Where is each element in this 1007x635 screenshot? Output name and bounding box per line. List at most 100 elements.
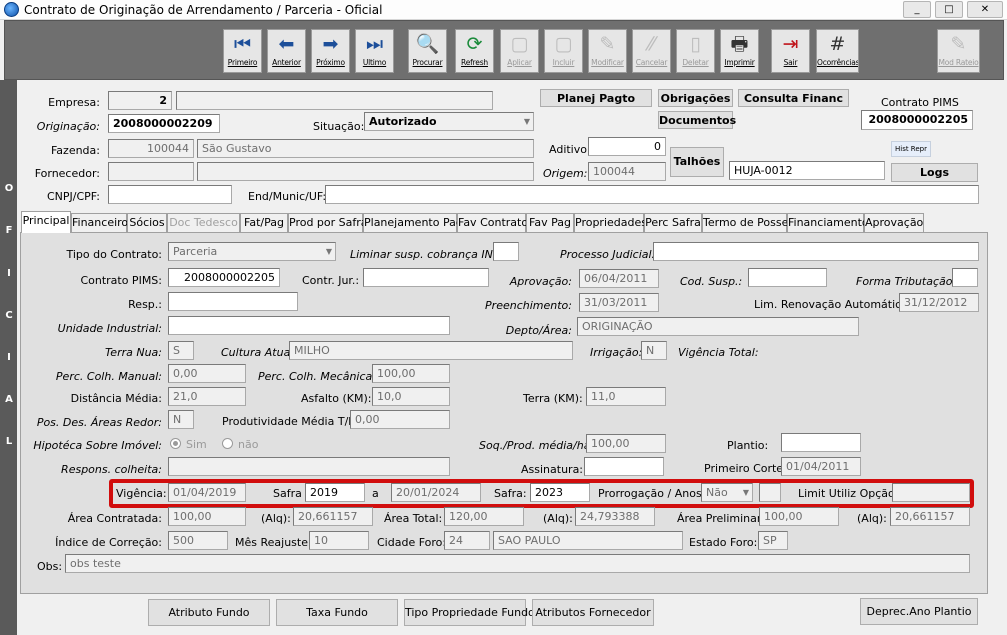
soq-prod-field[interactable]: 100,00 <box>586 434 666 453</box>
contrato-pims-field[interactable]: 2008000002205 <box>168 268 280 287</box>
respons-colheita-field[interactable] <box>168 457 450 476</box>
distancia-media-field[interactable]: 21,0 <box>168 387 246 406</box>
plantio-field[interactable] <box>781 433 861 452</box>
cod-susp-field[interactable] <box>748 268 827 287</box>
talhoes-button[interactable]: Talhões <box>670 147 724 177</box>
atributos-fornecedor-button[interactable]: Atributos Fornecedor <box>532 599 654 626</box>
forma-tributacao-field[interactable] <box>952 268 978 287</box>
cnpj-field[interactable] <box>108 185 232 204</box>
tipo-contrato-select[interactable]: Parceria ▼ <box>168 242 336 261</box>
occurrences-button[interactable]: # Ocorrências <box>816 29 859 73</box>
logs-button[interactable]: Logs <box>891 163 978 182</box>
include-button[interactable]: ▢ Incluir <box>544 29 583 73</box>
irrigacao-field[interactable]: N <box>641 341 667 360</box>
endereco-field[interactable] <box>325 185 979 204</box>
resp-field[interactable] <box>168 292 298 311</box>
cancel-button[interactable]: ⁄⁄ Cancelar <box>632 29 671 73</box>
primeiro-corte-field[interactable]: 01/04/2011 <box>781 457 861 476</box>
tab-fav-pag[interactable]: Fav Pag <box>526 213 574 233</box>
consulta-financ-button[interactable]: Consulta Financ <box>738 89 849 107</box>
terra-km-field[interactable]: 11,0 <box>586 387 666 406</box>
alq2-field[interactable]: 24,793388 <box>575 507 655 526</box>
aprovacao-field[interactable]: 06/04/2011 <box>579 269 659 288</box>
cidade-foro-name-field[interactable]: SAO PAULO <box>493 531 683 550</box>
mes-reajuste-field[interactable]: 10 <box>309 531 369 550</box>
last-button[interactable]: ⏭ Ultimo <box>355 29 394 73</box>
unidade-industrial-field[interactable] <box>168 316 450 335</box>
fazenda-name-field[interactable]: São Gustavo <box>197 139 534 158</box>
delete-button[interactable]: ▯ Deletar <box>676 29 715 73</box>
empresa-name-field[interactable] <box>176 91 493 110</box>
origem-field[interactable]: 100044 <box>588 162 666 181</box>
tab-prod-por-safra[interactable]: Prod por Safra <box>288 213 368 233</box>
cultura-atual-field[interactable]: MILHO <box>289 341 573 360</box>
situacao-select[interactable]: Autorizado ▼ <box>364 112 534 131</box>
close-button[interactable]: ✕ <box>967 1 1003 18</box>
lim-renovacao-field[interactable]: 31/12/2012 <box>899 293 979 312</box>
refresh-button[interactable]: ⟳ Refresh <box>455 29 494 73</box>
perc-colh-mecanica-field[interactable]: 100,00 <box>372 364 450 383</box>
fornecedor-code-field[interactable] <box>108 162 194 181</box>
tab-termo-de-posse[interactable]: Termo de Posse <box>702 213 788 233</box>
first-button[interactable]: ⏮ Primeiro <box>223 29 262 73</box>
obrigacoes-button[interactable]: Obrigações <box>658 89 733 107</box>
liminar-field[interactable] <box>493 242 519 261</box>
tab-perc-safra[interactable]: Perc Safra <box>644 213 702 233</box>
search-button[interactable]: 🔍 Procurar <box>408 29 447 73</box>
tab-doc-tedesco[interactable]: Doc Tedesco <box>167 213 240 233</box>
mod-rateio-button[interactable]: ✎ Mod Rateio <box>937 29 980 73</box>
produtividade-field[interactable]: 0,00 <box>350 410 450 429</box>
planej-pagto-button[interactable]: Planej Pagto <box>540 89 652 107</box>
pos-des-areas-field[interactable]: N <box>168 410 194 429</box>
apply-button[interactable]: ▢ Aplicar <box>500 29 539 73</box>
modify-button[interactable]: ✎ Modificar <box>588 29 627 73</box>
tab-fat-pag[interactable]: Fat/Pag <box>240 213 288 233</box>
area-preliminar-field[interactable]: 100,00 <box>759 507 839 526</box>
obs-field[interactable]: obs teste <box>65 554 970 573</box>
contr-jur-field[interactable] <box>363 268 489 287</box>
area-contratada-field[interactable]: 100,00 <box>168 507 246 526</box>
perc-colh-manual-field[interactable]: 0,00 <box>168 364 246 383</box>
contrato-pims-header-field[interactable]: 2008000002205 <box>861 110 973 130</box>
tab-propriedades[interactable]: Propriedades <box>574 213 647 233</box>
assinatura-field[interactable] <box>584 457 664 476</box>
terra-nua-field[interactable]: S <box>168 341 194 360</box>
hist-repr-button[interactable]: Hist Repr <box>891 141 931 157</box>
minimize-button[interactable]: _ <box>903 1 931 18</box>
exit-button[interactable]: ⇥ Sair <box>771 29 810 73</box>
estado-foro-field[interactable]: SP <box>758 531 788 550</box>
deprec-ano-plantio-button[interactable]: Deprec.Ano Plantio <box>860 598 978 625</box>
fornecedor-name-field[interactable] <box>197 162 534 181</box>
tab-planejamento-pag[interactable]: Planejamento Pag <box>363 213 463 233</box>
next-button[interactable]: ➡ Próximo <box>311 29 350 73</box>
tipo-propriedade-fundo-button[interactable]: Tipo Propriedade Fundo <box>404 599 535 626</box>
tab-aprovacao[interactable]: Aprovação <box>864 213 924 233</box>
empresa-field[interactable]: 2 <box>108 91 172 110</box>
tab-financiamento[interactable]: Financiamento <box>787 213 869 233</box>
area-total-field[interactable]: 120,00 <box>444 507 524 526</box>
cidade-foro-code-field[interactable]: 24 <box>444 531 490 550</box>
depto-area-field[interactable]: ORIGINAÇÃO <box>577 317 859 336</box>
documentos-button[interactable]: Documentos <box>658 111 736 129</box>
alq3-field[interactable]: 20,661157 <box>890 507 970 526</box>
hipoteca-sim-radio[interactable] <box>170 438 181 449</box>
indice-correcao-field[interactable]: 500 <box>168 531 228 550</box>
alq1-field[interactable]: 20,661157 <box>293 507 373 526</box>
asfalto-field[interactable]: 10,0 <box>372 387 450 406</box>
maximize-button[interactable]: □ <box>935 1 963 18</box>
tab-socios[interactable]: Sócios <box>127 213 167 233</box>
tab-financeiro[interactable]: Financeiro <box>71 213 128 233</box>
processo-field[interactable] <box>653 242 979 261</box>
previous-button[interactable]: ⬅ Anterior <box>267 29 306 73</box>
preenchimento-field[interactable]: 31/03/2011 <box>579 293 659 312</box>
talhao-field[interactable]: HUJA-0012 <box>729 161 885 180</box>
atributo-fundo-button[interactable]: Atributo Fundo <box>148 599 270 626</box>
aditivo-field[interactable]: 0 <box>588 137 666 156</box>
hipoteca-nao-radio[interactable] <box>222 438 233 449</box>
tab-fav-contrato[interactable]: Fav Contrato <box>457 213 528 233</box>
originacao-field[interactable]: 2008000002209 <box>108 114 220 133</box>
fazenda-code-field[interactable]: 100044 <box>108 139 194 158</box>
print-button[interactable]: 🖶 Imprimir <box>720 29 759 73</box>
tab-principal[interactable]: Principal <box>21 211 71 233</box>
taxa-fundo-button[interactable]: Taxa Fundo <box>276 599 398 626</box>
